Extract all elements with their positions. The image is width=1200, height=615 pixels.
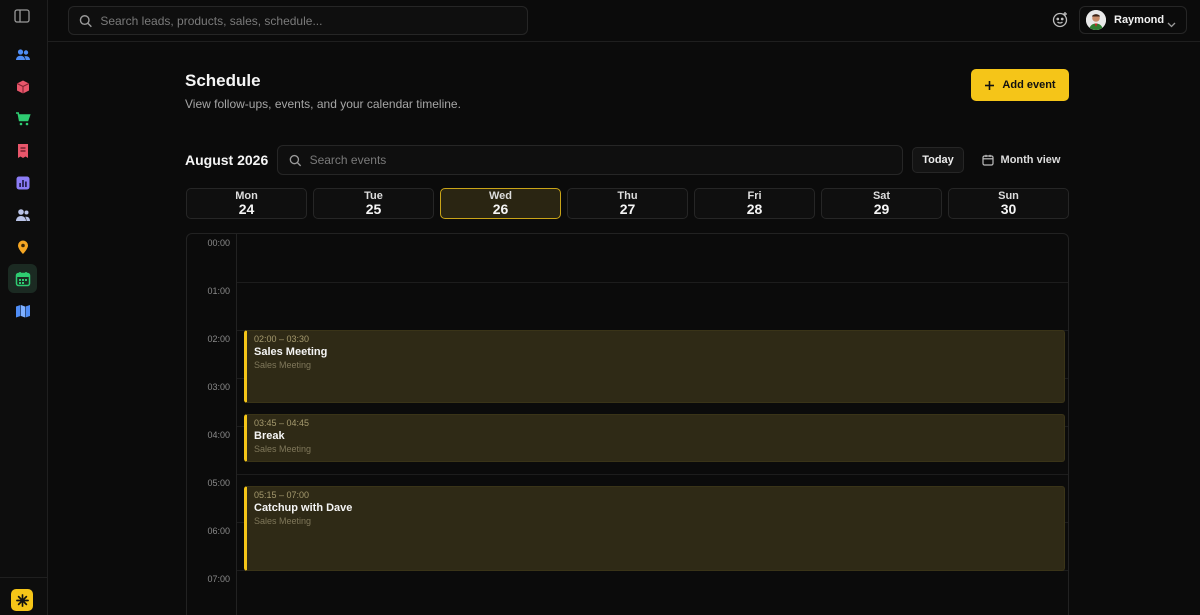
sidebar-item-reports[interactable] [8, 168, 37, 197]
sidebar [0, 0, 48, 615]
calendar-icon [981, 154, 994, 166]
calendar-icon [15, 271, 30, 286]
month-label: August 2026 [185, 152, 269, 168]
chevron-down-icon [1167, 16, 1176, 28]
sidebar-divider [0, 577, 48, 578]
sidebar-item-schedule[interactable] [8, 264, 37, 293]
sidebar-item-contacts[interactable] [8, 200, 37, 229]
sidebar-item-map[interactable] [8, 296, 37, 325]
hour-label: 06:00 [207, 526, 230, 536]
event-card[interactable]: 03:45 – 04:45 Break Sales Meeting [244, 414, 1065, 462]
event-card[interactable]: 05:15 – 07:00 Catchup with Dave Sales Me… [244, 486, 1065, 571]
hour-label: 05:00 [207, 478, 230, 488]
hour-label: 03:00 [207, 382, 230, 392]
day-number: 26 [492, 201, 509, 217]
day-number: 29 [873, 201, 890, 217]
sidebar-item-sales[interactable] [8, 104, 37, 133]
users-icon [15, 48, 30, 60]
pin-icon [17, 240, 28, 254]
event-description: Sales Meeting [254, 360, 312, 370]
event-card[interactable]: 02:00 – 03:30 Sales Meeting Sales Meetin… [244, 330, 1065, 403]
hour-label: 02:00 [207, 334, 230, 344]
box-icon [16, 80, 29, 93]
plus-icon [985, 80, 995, 90]
day-thu[interactable]: Thu 27 [567, 188, 688, 219]
day-number: 27 [619, 201, 636, 217]
hour-gridline [237, 474, 1068, 475]
day-mon[interactable]: Mon 24 [186, 188, 307, 219]
cart-icon [15, 111, 31, 125]
user-menu[interactable]: Raymond [1079, 6, 1187, 34]
sidebar-item-locations[interactable] [8, 232, 37, 261]
events-search-input[interactable] [309, 153, 902, 167]
sidebar-item-invoices[interactable] [8, 136, 37, 165]
sidebar-item-leads[interactable] [8, 40, 37, 69]
receipt-icon [17, 143, 28, 158]
events-search[interactable] [277, 145, 903, 175]
month-view-label: Month view [1000, 154, 1061, 166]
sidebar-toggle-icon[interactable] [14, 9, 30, 23]
add-event-button[interactable]: Add event [971, 69, 1069, 101]
event-time: 02:00 – 03:30 [254, 334, 310, 344]
page-subtitle: View follow-ups, events, and your calend… [185, 97, 461, 111]
search-icon [289, 154, 302, 166]
day-timeline[interactable]: 00:00 01:00 02:00 03:00 04:00 05:00 06:0… [186, 233, 1069, 615]
event-description: Sales Meeting [254, 444, 312, 454]
contacts-icon [15, 208, 30, 221]
asterisk-logo-icon [15, 593, 29, 607]
hour-gridline [237, 282, 1068, 283]
map-icon [15, 304, 30, 317]
hour-label: 01:00 [207, 286, 230, 296]
topbar: Raymond [48, 0, 1200, 42]
avatar [1086, 10, 1106, 30]
day-number: 30 [1000, 201, 1017, 217]
month-view-button[interactable]: Month view [973, 147, 1069, 173]
day-number: 28 [746, 201, 763, 217]
chart-icon [16, 176, 29, 189]
day-wed[interactable]: Wed 26 [440, 188, 561, 219]
feedback-icon[interactable] [1052, 11, 1069, 28]
event-description: Sales Meeting [254, 516, 312, 526]
day-fri[interactable]: Fri 28 [694, 188, 815, 219]
event-title: Catchup with Dave [254, 502, 353, 514]
add-event-label: Add event [1002, 79, 1056, 91]
sidebar-item-products[interactable] [8, 72, 37, 101]
page-title: Schedule [185, 71, 261, 90]
hour-label: 07:00 [207, 574, 230, 584]
hour-label: 00:00 [207, 238, 230, 248]
global-search[interactable] [68, 6, 528, 35]
day-tue[interactable]: Tue 25 [313, 188, 434, 219]
event-title: Sales Meeting [254, 346, 328, 358]
time-column: 00:00 01:00 02:00 03:00 04:00 05:00 06:0… [187, 234, 237, 615]
hour-label: 04:00 [207, 430, 230, 440]
day-number: 25 [365, 201, 382, 217]
search-icon [79, 14, 92, 27]
today-button[interactable]: Today [912, 147, 964, 173]
event-time: 03:45 – 04:45 [254, 418, 310, 428]
global-search-input[interactable] [100, 13, 527, 28]
day-number: 24 [238, 201, 255, 217]
user-name: Raymond [1114, 14, 1165, 26]
day-sat[interactable]: Sat 29 [821, 188, 942, 219]
day-sun[interactable]: Sun 30 [948, 188, 1069, 219]
event-title: Break [254, 430, 285, 442]
brand-logo[interactable] [11, 589, 33, 611]
event-time: 05:15 – 07:00 [254, 490, 310, 500]
